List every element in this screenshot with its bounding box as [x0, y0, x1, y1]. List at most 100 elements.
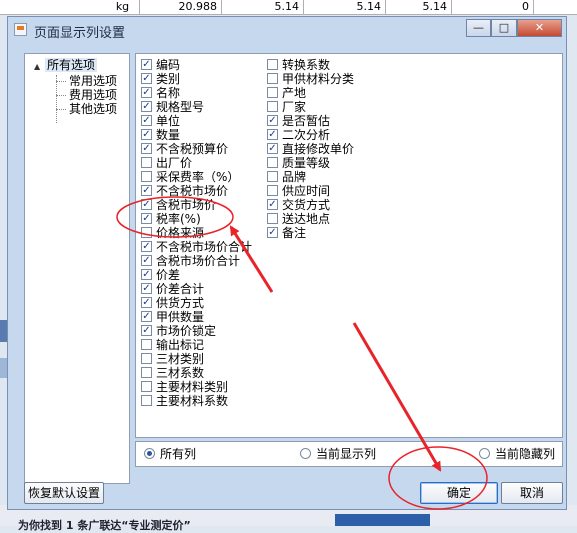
filter-radio-group: 所有列 当前显示列 当前隐藏列	[135, 441, 563, 467]
checkbox-indicator: ✓	[141, 87, 152, 98]
checkbox-label: 送达地点	[282, 212, 331, 226]
checkbox-label: 二次分析	[282, 128, 331, 142]
bg-left-edge	[0, 358, 7, 378]
checkbox-label: 主要材料系数	[156, 394, 229, 408]
checkbox-label: 交货方式	[282, 198, 331, 212]
checkbox-indicator: ✓	[141, 199, 152, 210]
checkbox-label: 编码	[156, 58, 181, 72]
checkbox-label: 是否暂估	[282, 114, 331, 128]
checkbox-label: 规格型号	[156, 100, 205, 114]
bg-bottom-text: 为你找到 1 条广联达“专业测定价”	[18, 519, 191, 532]
checkbox-label: 数量	[156, 128, 181, 142]
ok-button[interactable]: 确定	[420, 482, 498, 504]
radio-indicator	[300, 448, 311, 459]
maximize-button[interactable]: □	[491, 19, 517, 37]
bg-cell-value: 5.14	[222, 0, 304, 14]
checkbox-label: 质量等级	[282, 156, 331, 170]
checkbox-label: 类别	[156, 72, 181, 86]
checkbox-indicator: ✓	[141, 129, 152, 140]
radio-label: 所有列	[160, 447, 197, 461]
checkbox-indicator	[141, 227, 152, 238]
tree-item-fees[interactable]: 费用选项	[69, 88, 117, 102]
checkbox-label: 不含税市场价	[156, 184, 229, 198]
checkbox-indicator	[141, 157, 152, 168]
option-tree: ▲ 所有选项 常用选项 费用选项 其他选项	[24, 53, 130, 484]
tree-line	[56, 109, 66, 110]
checkbox-indicator: ✓	[141, 115, 152, 126]
checkbox-indicator: ✓	[267, 199, 278, 210]
bg-blue-button	[335, 514, 430, 526]
column-settings-dialog: 页面显示列设置 — □ ✕ ▲ 所有选项 常用选项 费用选项 其他选项 ✓ 编码 ✓…	[7, 16, 567, 510]
tree-item-all[interactable]: 所有选项	[45, 58, 98, 72]
radio-indicator	[479, 448, 490, 459]
checkbox-indicator	[141, 171, 152, 182]
bg-cell-value: 0	[452, 0, 534, 14]
tree-item-common[interactable]: 常用选项	[69, 74, 117, 88]
checkbox-indicator: ✓	[141, 297, 152, 308]
checkbox-indicator: ✓	[267, 143, 278, 154]
checkbox-indicator: ✓	[141, 255, 152, 266]
checkbox-indicator	[267, 59, 278, 70]
checkbox-label: 采保费率（%）	[156, 170, 240, 184]
checkbox-label: 含税市场价	[156, 198, 217, 212]
bg-cell-value: 5.14	[386, 0, 452, 14]
checkbox-label: 三材类别	[156, 352, 205, 366]
checkbox-label: 名称	[156, 86, 181, 100]
cancel-button[interactable]: 取消	[501, 482, 563, 504]
checkbox-label: 产地	[282, 86, 307, 100]
checkbox-label: 税率(%)	[156, 212, 201, 226]
checkbox-indicator: ✓	[141, 241, 152, 252]
checkbox-label: 出厂价	[156, 156, 193, 170]
checkbox-label: 价差合计	[156, 282, 205, 296]
checkbox-indicator: ✓	[267, 227, 278, 238]
background-table-row: kg 20.988 5.14 5.14 5.14 0	[0, 0, 577, 15]
checkbox-indicator: ✓	[141, 269, 152, 280]
checkbox-label: 价差	[156, 268, 181, 282]
checkbox-label: 直接修改单价	[282, 142, 355, 156]
checkbox-label: 转换系数	[282, 58, 331, 72]
checkbox-indicator	[141, 339, 152, 350]
checkbox-indicator	[267, 87, 278, 98]
tree-item-other[interactable]: 其他选项	[69, 102, 117, 116]
checkbox-indicator	[267, 101, 278, 112]
checkbox-indicator	[141, 367, 152, 378]
checkbox-label: 不含税市场价合计	[156, 240, 253, 254]
checkbox-label: 供货方式	[156, 296, 205, 310]
checkbox-label: 厂家	[282, 100, 307, 114]
checkbox-indicator: ✓	[141, 325, 152, 336]
checkbox-indicator	[141, 395, 152, 406]
bg-left-edge	[0, 320, 7, 342]
checkbox-label: 甲供数量	[156, 310, 205, 324]
checkbox-indicator	[267, 185, 278, 196]
checkbox-indicator: ✓	[141, 73, 152, 84]
checkbox-label: 输出标记	[156, 338, 205, 352]
tree-line	[56, 95, 66, 96]
checkbox-label: 单位	[156, 114, 181, 128]
checkbox-indicator	[267, 171, 278, 182]
checkbox-label: 市场价锁定	[156, 324, 217, 338]
checkbox-indicator: ✓	[141, 311, 152, 322]
close-button[interactable]: ✕	[517, 19, 562, 37]
checkbox-indicator: ✓	[141, 59, 152, 70]
checkbox-label: 三材系数	[156, 366, 205, 380]
restore-defaults-button[interactable]: 恢复默认设置	[24, 482, 104, 504]
checkbox-indicator: ✓	[267, 129, 278, 140]
checkbox-label: 主要材料类别	[156, 380, 229, 394]
bg-cell-unit: kg	[110, 0, 140, 14]
checkbox-indicator: ✓	[141, 185, 152, 196]
checkbox-label: 品牌	[282, 170, 307, 184]
checkbox-indicator: ✓	[141, 213, 152, 224]
radio-label: 当前隐藏列	[495, 447, 556, 461]
checkbox-indicator	[267, 213, 278, 224]
radio-indicator	[144, 448, 155, 459]
checkbox-indicator	[141, 353, 152, 364]
bg-cell-value: 5.14	[304, 0, 386, 14]
checkbox-indicator: ✓	[267, 115, 278, 126]
minimize-button[interactable]: —	[466, 19, 491, 37]
radio-label: 当前显示列	[316, 447, 377, 461]
checkbox-indicator: ✓	[141, 283, 152, 294]
checkbox-indicator	[267, 157, 278, 168]
collapse-triangle-icon[interactable]: ▲	[34, 62, 40, 71]
dialog-titlebar[interactable]: 页面显示列设置 — □ ✕	[8, 17, 566, 43]
bg-cell-value: 20.988	[140, 0, 222, 14]
